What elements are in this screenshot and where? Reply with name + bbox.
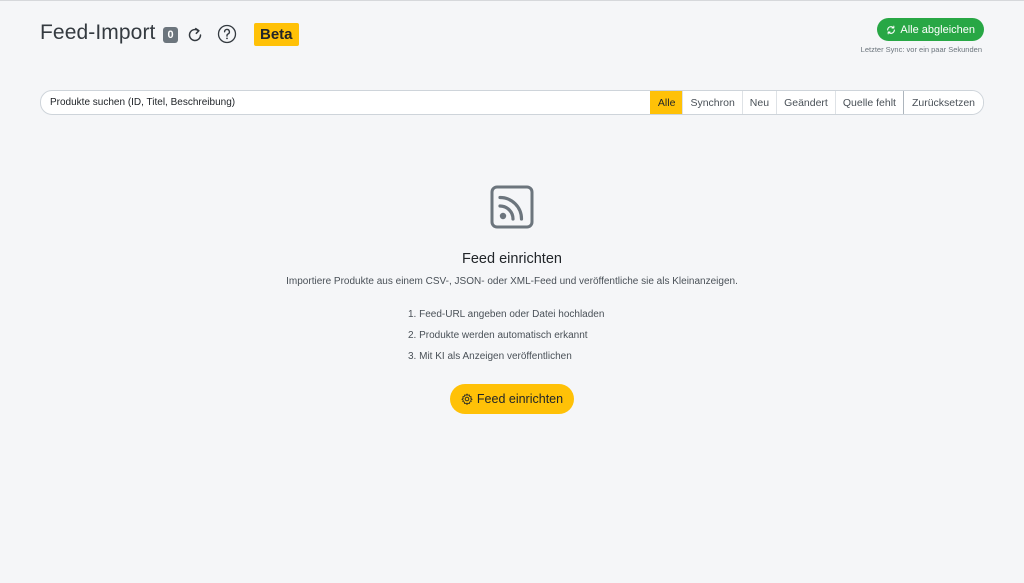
filter-new-button[interactable]: Neu (741, 91, 777, 114)
refresh-icon[interactable] (185, 25, 205, 45)
step-item: 1. Feed-URL angeben oder Datei hochladen (408, 309, 605, 320)
setup-feed-button[interactable]: Feed einrichten (449, 384, 575, 414)
filter-source-missing-button[interactable]: Quelle fehlt (834, 91, 903, 114)
rss-feed-icon (490, 185, 534, 229)
sync-icon (887, 25, 896, 34)
reset-button[interactable]: Zurücksetzen (902, 91, 983, 114)
steps-list: 1. Feed-URL angeben oder Datei hochladen… (408, 304, 628, 367)
count-badge: 0 (163, 27, 178, 43)
step-item: 3. Mit KI als Anzeigen veröffentlichen (408, 351, 572, 362)
empty-state-title: Feed einrichten (462, 251, 562, 267)
empty-state-description: Importiere Produkte aus einem CSV-, JSON… (286, 276, 738, 287)
step-item: 2. Produkte werden automatisch erkannt (408, 330, 588, 341)
sync-all-button[interactable]: Alle abgleichen (877, 18, 984, 41)
top-divider (0, 0, 1024, 1)
beta-badge: Beta (254, 23, 299, 46)
page-title: Feed-Import (40, 21, 156, 44)
filter-synced-button[interactable]: Synchron (682, 91, 742, 114)
filter-changed-button[interactable]: Geändert (776, 91, 835, 114)
gear-icon (461, 393, 473, 405)
filter-group: Alle Synchron Neu Geändert Quelle fehlt … (649, 91, 983, 114)
last-sync-text: Letzter Sync: vor ein paar Sekunden (860, 45, 982, 54)
sync-all-label: Alle abgleichen (900, 23, 975, 36)
page-header: Feed-Import 0 Beta Alle abgleichen Letzt… (40, 18, 984, 58)
search-input[interactable] (41, 91, 650, 114)
empty-state: Feed einrichten Importiere Produkte aus … (0, 185, 1024, 414)
help-icon[interactable] (217, 24, 237, 44)
search-bar: Alle Synchron Neu Geändert Quelle fehlt … (40, 90, 984, 115)
filter-all-button[interactable]: Alle (649, 91, 683, 114)
setup-feed-label: Feed einrichten (476, 392, 564, 406)
